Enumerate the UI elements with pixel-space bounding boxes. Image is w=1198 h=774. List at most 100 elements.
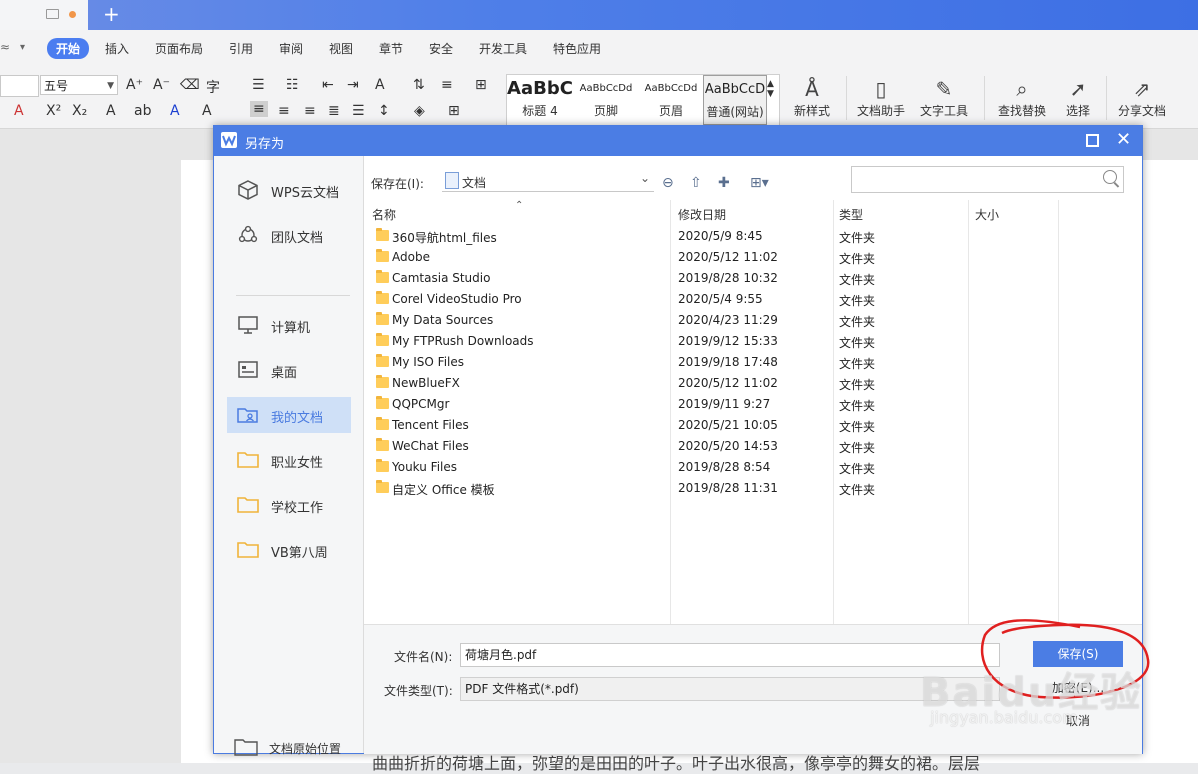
shading-icon[interactable]: ◈ xyxy=(414,103,425,119)
align-left-icon[interactable]: ≡ xyxy=(250,101,268,117)
sidebar-item-vb-week8[interactable]: VB第八周 xyxy=(227,532,351,568)
location-value: 文档 xyxy=(462,176,487,190)
text-direction-icon[interactable]: A xyxy=(375,77,385,93)
file-row[interactable]: My Data Sources 2020/4/23 11:29 文件夹 xyxy=(364,310,1064,331)
filename-input[interactable]: 荷塘月色.pdf xyxy=(460,643,1000,667)
menu-security[interactable]: 安全 xyxy=(429,40,453,57)
menu-dev-tools[interactable]: 开发工具 xyxy=(479,40,527,57)
align-center-icon[interactable]: ≡ xyxy=(278,103,290,119)
column-name[interactable]: 名称 xyxy=(372,206,396,223)
border-icon[interactable]: ⊞ xyxy=(448,103,460,119)
subscript-icon[interactable]: X₂ xyxy=(72,103,87,119)
menu-special[interactable]: 特色应用 xyxy=(553,40,601,57)
filetype-select[interactable]: PDF 文件格式(*.pdf) xyxy=(460,677,1000,701)
monitor-icon xyxy=(46,9,59,19)
font-family-select[interactable] xyxy=(0,75,39,97)
phonetic-icon[interactable]: 字 xyxy=(206,77,220,97)
search-input[interactable] xyxy=(851,166,1124,193)
paragraph-spacing-icon[interactable]: ↕ xyxy=(378,103,390,119)
sort-icon[interactable]: ⇅ xyxy=(413,77,425,93)
char-shading-icon[interactable]: A xyxy=(202,103,212,119)
sidebar-item-computer[interactable]: 计算机 xyxy=(227,307,351,343)
location-select[interactable]: 文档 ⌄ xyxy=(442,169,654,192)
file-row[interactable]: Tencent Files 2020/5/21 10:05 文件夹 xyxy=(364,415,1064,436)
file-row[interactable]: WeChat Files 2020/5/20 14:53 文件夹 xyxy=(364,436,1064,457)
sidebar-item-career-women[interactable]: 职业女性 xyxy=(227,442,351,478)
close-icon[interactable]: ✕ xyxy=(1116,129,1131,151)
strikethrough-icon[interactable]: A xyxy=(14,103,24,119)
file-row[interactable]: QQPCMgr 2019/9/11 9:27 文件夹 xyxy=(364,394,1064,415)
text-tools-button[interactable]: ✎ 文字工具 xyxy=(914,76,974,119)
menu-page-layout[interactable]: 页面布局 xyxy=(155,40,203,57)
superscript-icon[interactable]: X² xyxy=(46,103,61,119)
menu-chapter[interactable]: 章节 xyxy=(379,40,403,57)
sidebar-item-my-documents[interactable]: 我的文档 xyxy=(227,397,351,433)
file-row[interactable]: Corel VideoStudio Pro 2020/5/4 9:55 文件夹 xyxy=(364,289,1064,310)
style-heading4[interactable]: AaBbC 标题 4 xyxy=(507,75,573,123)
font-size-select[interactable]: 五号 ▼ xyxy=(40,75,118,95)
file-row[interactable]: 360导航html_files 2020/5/9 8:45 文件夹 xyxy=(364,226,1064,247)
document-tab[interactable] xyxy=(0,0,88,30)
emphasis-icon[interactable]: A xyxy=(106,103,116,119)
style-header[interactable]: AaBbCcDd 页眉 xyxy=(639,75,703,123)
column-size[interactable]: 大小 xyxy=(975,206,999,223)
divider xyxy=(1106,76,1107,120)
select-button[interactable]: ➚ 选择 xyxy=(1058,76,1098,119)
justify-icon[interactable]: ≣ xyxy=(328,103,340,119)
sidebar-item-team-docs[interactable]: 团队文档 xyxy=(227,217,351,253)
decrease-indent-icon[interactable]: ⇤ xyxy=(322,77,334,93)
location-sidebar: WPS云文档 团队文档 计算机 桌面 我的文档 职业女性 学校工作 VB第八周 … xyxy=(214,156,364,756)
file-name: QQPCMgr xyxy=(392,397,450,411)
divider xyxy=(236,295,350,296)
distributed-icon[interactable]: ☰ xyxy=(352,103,365,119)
file-row[interactable]: Youku Files 2019/8/28 8:54 文件夹 xyxy=(364,457,1064,478)
dialog-title-bar[interactable]: 另存为 ✕ xyxy=(214,126,1142,156)
menu-start[interactable]: 开始 xyxy=(47,38,90,59)
share-doc-button[interactable]: ⇗ 分享文档 xyxy=(1114,76,1170,119)
new-folder-icon[interactable]: ✚ xyxy=(718,175,738,193)
back-icon[interactable]: ⊖ xyxy=(662,175,682,193)
increase-indent-icon[interactable]: ⇥ xyxy=(347,77,359,93)
menu-view[interactable]: 视图 xyxy=(329,40,353,57)
file-date: 2019/8/28 8:54 xyxy=(678,460,771,474)
number-list-icon[interactable]: ☷ xyxy=(286,77,299,93)
file-row[interactable]: My FTPRush Downloads 2019/9/12 15:33 文件夹 xyxy=(364,331,1064,352)
menu-review[interactable]: 审阅 xyxy=(279,40,303,57)
line-spacing-icon[interactable]: ≡ xyxy=(441,77,453,93)
file-row[interactable]: NewBlueFX 2020/5/12 11:02 文件夹 xyxy=(364,373,1064,394)
new-style-button[interactable]: Å 新样式 xyxy=(786,76,838,119)
column-date[interactable]: 修改日期 xyxy=(678,206,726,223)
sidebar-item-school-work[interactable]: 学校工作 xyxy=(227,487,351,523)
file-type: 文件夹 xyxy=(839,483,876,497)
view-mode-icon[interactable]: ⊞▾ xyxy=(750,175,770,193)
folder-icon xyxy=(237,542,259,558)
up-folder-icon[interactable]: ⇧ xyxy=(690,175,710,193)
table-icon[interactable]: ⊞ xyxy=(475,77,487,93)
maximize-icon[interactable] xyxy=(1086,134,1099,147)
doc-assistant-button[interactable]: ▯ 文档助手 xyxy=(854,76,908,119)
menu-overflow-icon[interactable]: ≈ xyxy=(0,40,10,54)
file-row[interactable]: Adobe 2020/5/12 11:02 文件夹 xyxy=(364,247,1064,268)
clear-format-icon[interactable]: ⌫ xyxy=(180,77,200,93)
file-row[interactable]: 自定义 Office 模板 2019/8/28 11:31 文件夹 xyxy=(364,478,1064,499)
shrink-font-icon[interactable]: A⁻ xyxy=(153,77,170,93)
new-tab-plus-icon[interactable]: + xyxy=(103,3,120,25)
column-type[interactable]: 类型 xyxy=(839,206,863,223)
style-normal-web[interactable]: AaBbCcD 普通(网站) xyxy=(703,75,767,125)
style-footer[interactable]: AaBbCcDd 页脚 xyxy=(573,75,639,123)
font-color-icon[interactable]: A xyxy=(170,103,180,119)
find-replace-button[interactable]: ⌕ 查找替换 xyxy=(992,76,1052,119)
original-location-link[interactable]: 文档原始位置 xyxy=(234,738,341,759)
menu-insert[interactable]: 插入 xyxy=(105,40,129,57)
gallery-scroll-icon[interactable]: ▲ ▼ xyxy=(767,79,774,99)
sidebar-item-desktop[interactable]: 桌面 xyxy=(227,352,351,388)
chevron-down-icon[interactable]: ▾ xyxy=(20,42,25,53)
file-row[interactable]: Camtasia Studio 2019/8/28 10:32 文件夹 xyxy=(364,268,1064,289)
highlight-icon[interactable]: ab xyxy=(134,103,151,119)
bullet-list-icon[interactable]: ☰ xyxy=(252,77,265,93)
align-right-icon[interactable]: ≡ xyxy=(304,103,316,119)
sidebar-item-wps-cloud[interactable]: WPS云文档 xyxy=(227,172,351,208)
grow-font-icon[interactable]: A⁺ xyxy=(126,77,143,93)
menu-reference[interactable]: 引用 xyxy=(229,40,253,57)
file-row[interactable]: My ISO Files 2019/9/18 17:48 文件夹 xyxy=(364,352,1064,373)
